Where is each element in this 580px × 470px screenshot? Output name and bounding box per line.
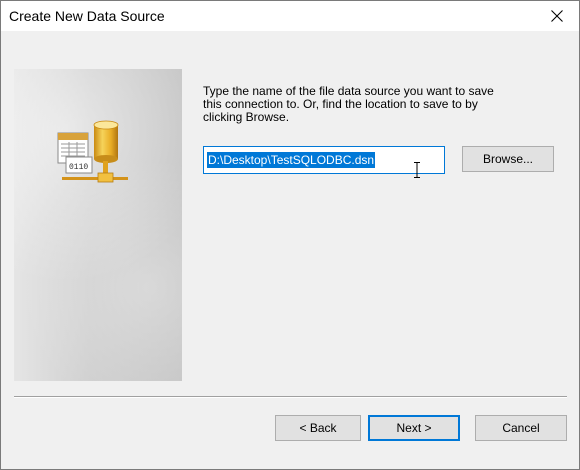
- text-cursor-icon: [414, 162, 420, 178]
- browse-button[interactable]: Browse...: [462, 146, 554, 172]
- dialog-title: Create New Data Source: [9, 8, 165, 24]
- instructions-text: Type the name of the file data source yo…: [203, 85, 543, 124]
- create-data-source-dialog: Create New Data Source 0110 Type the nam…: [0, 0, 580, 470]
- close-icon: [551, 10, 563, 22]
- back-button[interactable]: < Back: [275, 415, 361, 441]
- binary-label: 0110: [69, 163, 88, 172]
- wizard-side-image: 0110: [14, 69, 182, 381]
- data-source-icon: 0110: [57, 120, 128, 183]
- close-button[interactable]: [535, 1, 579, 31]
- cancel-button[interactable]: Cancel: [475, 415, 567, 441]
- path-value-selected: D:\Desktop\TestSQLODBC.dsn: [207, 152, 376, 168]
- instructions-line: clicking Browse.: [203, 110, 290, 124]
- data-source-path-input[interactable]: D:\Desktop\TestSQLODBC.dsn: [203, 146, 445, 174]
- title-bar: Create New Data Source: [1, 1, 579, 31]
- next-button[interactable]: Next >: [368, 415, 460, 441]
